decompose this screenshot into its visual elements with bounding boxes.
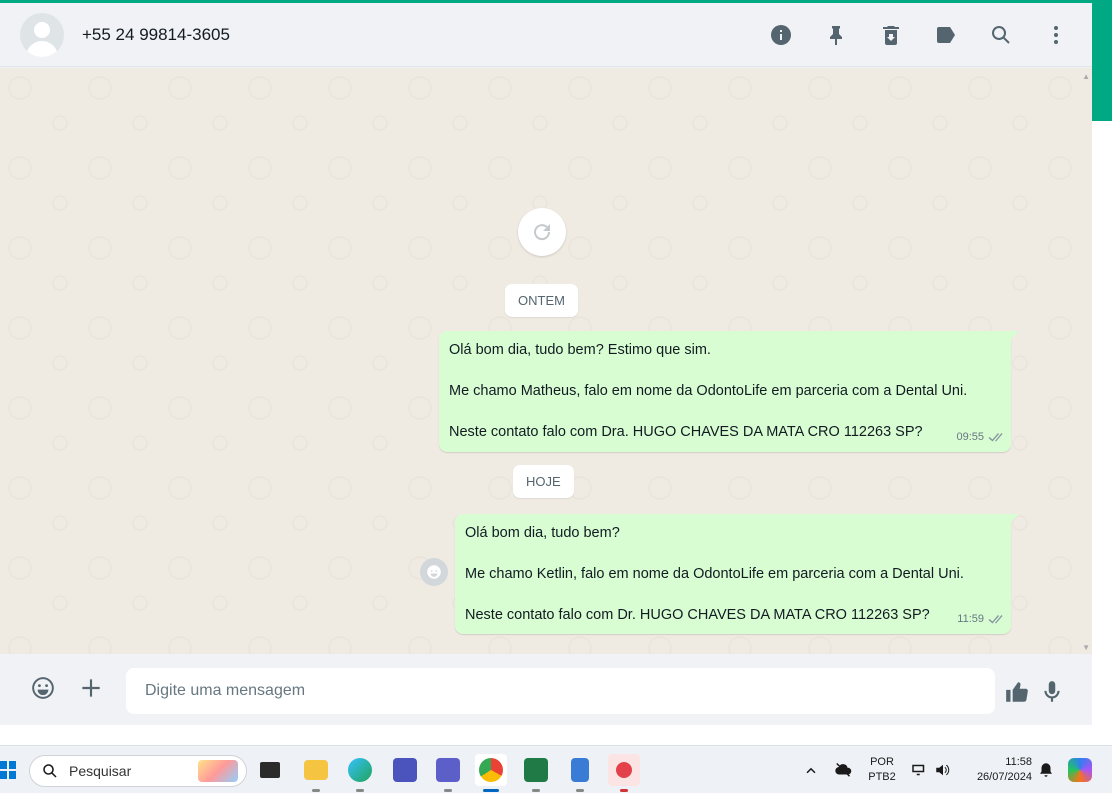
cloud-off-icon: [835, 762, 852, 777]
reaction-button[interactable]: [420, 558, 448, 586]
windows-taskbar: Pesquisar POR PTB2 11:58 26/07/2024: [0, 745, 1112, 793]
network-icon: [912, 764, 925, 776]
taskbar-search-label: Pesquisar: [69, 763, 132, 779]
message-line: Olá bom dia, tudo bem?: [465, 525, 620, 541]
file-explorer-icon[interactable]: [300, 754, 332, 792]
network-status[interactable]: [910, 746, 928, 793]
scroll-up-arrow[interactable]: ▲: [1082, 72, 1090, 81]
task-view-icon[interactable]: [254, 754, 286, 786]
chrome-icon[interactable]: [475, 754, 507, 792]
bell-icon: [1040, 763, 1052, 777]
message-input[interactable]: [126, 668, 995, 714]
teams-new-icon[interactable]: [432, 754, 464, 792]
contact-name[interactable]: +55 24 99814-3605: [82, 25, 230, 45]
outgoing-message[interactable]: Olá bom dia, tudo bem? Estimo que sim. M…: [439, 331, 1019, 452]
message-meta: 11:59: [957, 609, 1003, 629]
search-icon: [43, 764, 57, 778]
emoji-button[interactable]: [27, 672, 59, 704]
teams-icon[interactable]: [389, 754, 421, 786]
microphone-icon: [1044, 681, 1060, 702]
outgoing-message[interactable]: Olá bom dia, tudo bem? Me chamo Ketlin, …: [455, 514, 1019, 634]
emoji-icon: [427, 565, 441, 579]
message-line: Neste contato falo com Dr. HUGO CHAVES D…: [465, 607, 930, 623]
whatsapp-window: +55 24 99814-3605 ▲ ▼ ONTEM Olá bom dia,…: [0, 3, 1092, 725]
message-line: Olá bom dia, tudo bem? Estimo que sim.: [449, 342, 711, 358]
notepad-icon[interactable]: [564, 754, 596, 792]
input-language[interactable]: POR PTB2: [866, 755, 898, 785]
excel-icon[interactable]: [520, 754, 552, 792]
windows-start-icon[interactable]: [0, 761, 16, 779]
label-icon[interactable]: [930, 19, 962, 51]
message-time: 11:59: [957, 613, 984, 625]
notifications-button[interactable]: [1037, 746, 1055, 793]
avatar-body-shape: [26, 41, 58, 57]
double-check-icon: [988, 432, 1003, 441]
window-side-strip: [1092, 3, 1112, 725]
avatar-head-shape: [34, 22, 50, 38]
chevron-up-icon: [806, 767, 816, 774]
contact-avatar[interactable]: [20, 13, 64, 57]
thumbs-up-icon: [1006, 682, 1028, 702]
message-line: Me chamo Ketlin, falo em nome da OdontoL…: [465, 566, 964, 582]
tray-chevron[interactable]: [802, 746, 820, 793]
search-highlight-image: [198, 760, 238, 782]
clock-time: 11:58: [1005, 756, 1032, 768]
info-icon[interactable]: [765, 19, 797, 51]
volume-icon: [936, 764, 950, 776]
keyboard-layout: PTB2: [868, 771, 896, 783]
load-older-button[interactable]: [518, 208, 566, 256]
message-line: Neste contato falo com Dra. HUGO CHAVES …: [449, 424, 923, 440]
window-side-accent: [1092, 3, 1112, 121]
volume-control[interactable]: [934, 746, 952, 793]
pin-icon[interactable]: [820, 19, 852, 51]
onedrive-status[interactable]: [834, 746, 852, 793]
desktop-gap: [0, 725, 1112, 745]
copilot-icon: [1068, 758, 1092, 782]
double-check-icon: [988, 614, 1003, 623]
plus-icon: [82, 679, 100, 697]
microphone-button[interactable]: [1036, 676, 1068, 708]
attach-button[interactable]: [75, 672, 107, 704]
message-time: 09:55: [956, 431, 984, 443]
message-meta: 09:55: [956, 427, 1003, 447]
search-icon[interactable]: [985, 19, 1017, 51]
lang-code: POR: [870, 756, 894, 768]
snipping-tool-icon[interactable]: [608, 754, 640, 792]
date-chip-today: HOJE: [513, 465, 574, 498]
clock-date: 26/07/2024: [976, 771, 1032, 783]
emoji-icon: [32, 677, 54, 699]
refresh-icon: [534, 224, 551, 241]
scroll-down-arrow[interactable]: ▼: [1082, 643, 1090, 652]
taskbar-clock[interactable]: 11:58 26/07/2024: [964, 755, 1032, 785]
thumbs-up-button[interactable]: [1001, 676, 1033, 708]
date-chip-yesterday: ONTEM: [505, 284, 578, 317]
menu-dots-icon[interactable]: [1040, 19, 1072, 51]
header-actions: [742, 19, 1072, 51]
chat-header: +55 24 99814-3605: [0, 3, 1092, 67]
chat-area[interactable]: ▲ ▼ ONTEM Olá bom dia, tudo bem? Estimo …: [0, 68, 1092, 654]
taskbar-search[interactable]: Pesquisar: [29, 755, 247, 787]
message-line: Me chamo Matheus, falo em nome da Odonto…: [449, 383, 968, 399]
delete-icon[interactable]: [875, 19, 907, 51]
message-composer: [0, 654, 1092, 725]
edge-browser-icon[interactable]: [344, 754, 376, 792]
copilot-button[interactable]: [1068, 746, 1092, 793]
